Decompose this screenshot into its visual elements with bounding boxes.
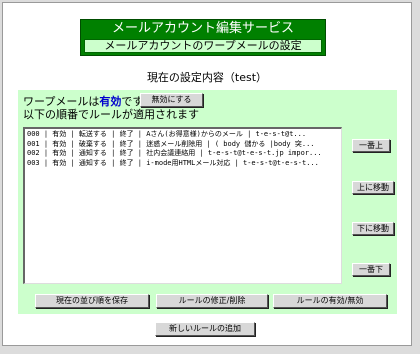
save-order-button[interactable]: 現在の並び順を保存 bbox=[35, 294, 149, 308]
warp-mail-status: ワープメールは有効です bbox=[23, 95, 143, 109]
move-down-button[interactable]: 下に移動 bbox=[352, 222, 394, 235]
move-to-top-button[interactable]: 一番上 bbox=[352, 139, 390, 152]
rule-list-item[interactable]: 002 | 有効 | 通知する | 終了 | 社内会議連絡用 | t-e-s-t… bbox=[27, 149, 341, 159]
move-up-button[interactable]: 上に移動 bbox=[352, 181, 394, 194]
service-title: メールアカウント編集サービス bbox=[111, 21, 294, 36]
rule-order-note: 以下の順番でルールが適用されます bbox=[23, 108, 199, 121]
toggle-rule-button[interactable]: ルールの有効/無効 bbox=[273, 294, 387, 308]
status-prefix: ワープメールは bbox=[23, 95, 100, 108]
move-to-bottom-button[interactable]: 一番下 bbox=[352, 263, 390, 276]
page-subtitle: メールアカウントのワープメールの設定 bbox=[84, 39, 322, 53]
rule-list-item[interactable]: 000 | 有効 | 転送する | 終了 | Aさん(お得意様)からのメール |… bbox=[27, 130, 341, 140]
rule-list-item[interactable]: 001 | 有効 | 破棄する | 終了 | 迷惑メール削除用 | ( body… bbox=[27, 140, 341, 150]
current-settings-heading: 現在の設定内容（test） bbox=[146, 71, 268, 84]
disable-warp-mail-button[interactable]: 無効にする bbox=[140, 93, 203, 107]
page-frame: メールアカウント編集サービス メールアカウントのワープメールの設定 現在の設定内… bbox=[2, 2, 412, 346]
status-value: 有効 bbox=[99, 95, 122, 108]
add-new-rule-button[interactable]: 新しいルールの追加 bbox=[155, 322, 255, 336]
service-title-box: メールアカウント編集サービス メールアカウントのワープメールの設定 bbox=[80, 19, 326, 56]
rule-list[interactable]: 000 | 有効 | 転送する | 終了 | Aさん(お得意様)からのメール |… bbox=[23, 127, 342, 284]
settings-panel: ワープメールは有効です 無効にする 以下の順番でルールが適用されます 000 |… bbox=[18, 90, 397, 314]
edit-delete-rule-button[interactable]: ルールの修正/削除 bbox=[156, 294, 268, 308]
rule-list-item[interactable]: 003 | 有効 | 通知する | 終了 | i-mode用HTMLメール対応 … bbox=[27, 159, 341, 169]
